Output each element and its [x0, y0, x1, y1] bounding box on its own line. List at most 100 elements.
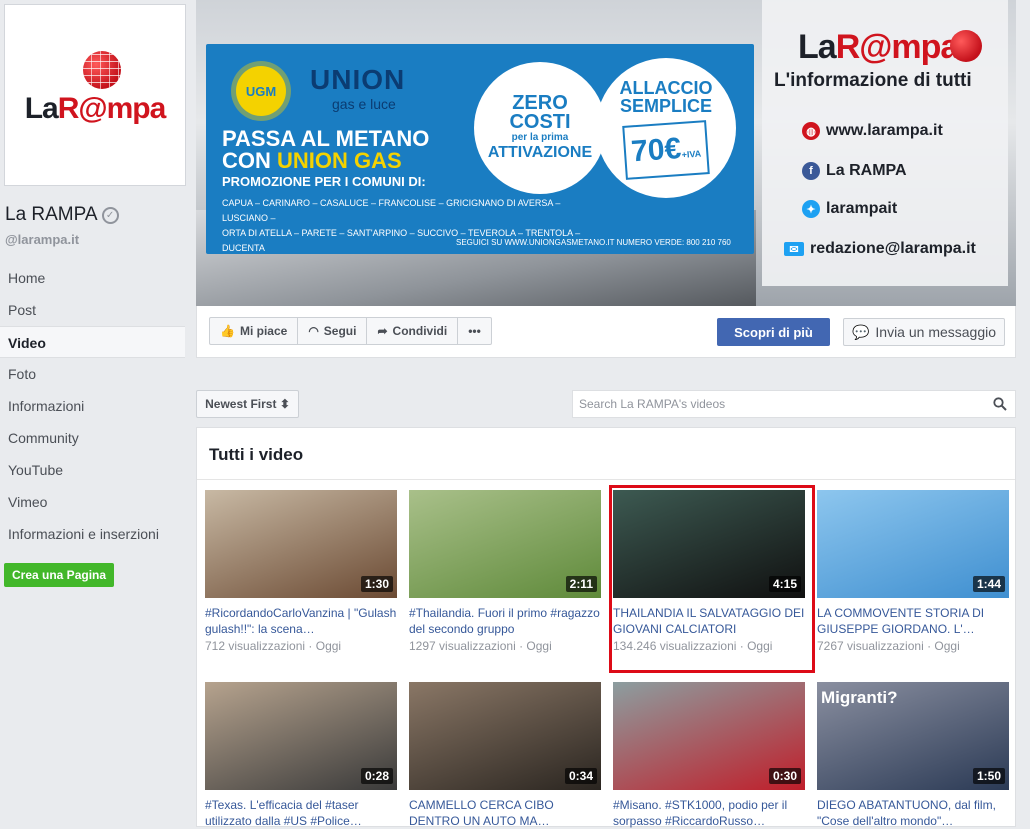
mail-icon: ✉ — [784, 242, 804, 256]
video-title[interactable]: LA COMMOVENTE STORIA DI GIUSEPPE GIORDAN… — [817, 605, 1009, 637]
video-card[interactable]: 0:30 #Misano. #STK1000, podio per il sorp… — [613, 682, 805, 829]
page-nav: Home Post Video Foto Informazioni Community Yo… — [0, 262, 185, 550]
verified-icon: ✓ — [101, 206, 119, 224]
video-thumbnail[interactable]: 0:34 — [409, 682, 601, 790]
separator: · — [515, 639, 527, 653]
allaccio-badge: ALLACCIO SEMPLICE 70€+IVA — [596, 58, 736, 198]
video-card[interactable]: 1:30 #RicordandoCarloVanzina | "Gulash gu… — [205, 490, 397, 653]
video-thumbnail[interactable]: 0:28 — [205, 682, 397, 790]
page-logo: LaR@mpa — [24, 92, 167, 125]
left-column: LaR@mpa La RAMPA ✓ @larampa.it Home Post V… — [0, 0, 196, 820]
twitter-icon: ✦ — [802, 200, 820, 218]
video-meta: 712 visualizzazioni · Oggi — [205, 639, 397, 653]
video-card[interactable]: Migranti? 1:50 DIEGO ABATANTUONO, dal film… — [817, 682, 1009, 829]
rss-icon: ◠ — [308, 324, 319, 338]
video-duration: 1:44 — [972, 576, 1005, 592]
video-thumbnail[interactable]: Migranti? 1:50 — [817, 682, 1009, 790]
discover-button[interactable]: Scopri di più — [717, 318, 830, 346]
video-card[interactable]: 2:11 #Thailandia. Fuori il primo #ragazzo… — [409, 490, 601, 653]
video-title[interactable]: #Thailandia. Fuori il primo #ragazzo del… — [409, 605, 601, 637]
card-tagline: L'informazione di tutti — [774, 70, 972, 91]
nav-item-informazioni-e-inserzioni[interactable]: Informazioni e inserzioni — [0, 518, 185, 550]
messenger-icon: 💬 — [851, 323, 870, 340]
union-gas-ad: UGM UNION gas e luce PASSA AL METANO CON… — [206, 44, 754, 254]
video-title[interactable]: #RicordandoCarloVanzina | "Gulash gulash… — [205, 605, 397, 637]
action-button-group: 👍 Mi piace ◠ Segui ➦ Condividi ••• — [209, 317, 492, 345]
cover-info-card: LaR@mpa L'informazione di tutti ◍ www.lar… — [762, 0, 1008, 286]
nav-item-youtube[interactable]: YouTube — [0, 454, 185, 486]
video-title[interactable]: #Texas. L'efficacia del #taser utilizzat… — [205, 797, 397, 829]
card-twitter: ✦ larampait — [802, 200, 897, 218]
video-duration: 1:50 — [972, 768, 1005, 784]
create-page-button[interactable]: Crea una Pagina — [4, 563, 115, 587]
video-title[interactable]: CAMMELLO CERCA CIBO DENTRO UN AUTO MA… — [409, 797, 601, 829]
search-input[interactable] — [573, 391, 983, 417]
ad-footer: SEGUICI SU WWW.UNIONGASMETANO.IT NUMERO … — [456, 238, 731, 247]
page-action-bar: 👍 Mi piace ◠ Segui ➦ Condividi ••• Scopri d… — [196, 306, 1016, 358]
cover-photo[interactable]: UGM UNION gas e luce PASSA AL METANO CON… — [196, 0, 1016, 306]
nav-item-home[interactable]: Home — [0, 262, 185, 294]
more-button[interactable]: ••• — [458, 318, 491, 344]
thumbnail-overlay-text: Migranti? — [821, 688, 898, 707]
nav-item-post[interactable]: Post — [0, 294, 185, 326]
separator: · — [305, 639, 316, 653]
nav-item-community[interactable]: Community — [0, 422, 185, 454]
video-date: Oggi — [526, 639, 552, 653]
share-button[interactable]: ➦ Condividi — [367, 318, 459, 344]
video-thumbnail[interactable]: 1:44 — [817, 490, 1009, 598]
card-email: ✉ redazione@larampa.it — [784, 240, 976, 258]
video-date: Oggi — [934, 639, 960, 653]
video-card[interactable]: 0:28 #Texas. L'efficacia del #taser utili… — [205, 682, 397, 829]
video-meta: 7267 visualizzazioni · Oggi — [817, 639, 1009, 653]
card-facebook: f La RAMPA — [802, 162, 907, 180]
zero-costi-badge: ZERO COSTI per la prima ATTIVAZIONE — [474, 62, 606, 194]
video-duration: 0:30 — [768, 768, 801, 784]
page-handle[interactable]: @larampa.it — [5, 232, 79, 247]
video-card[interactable]: 0:34 CAMMELLO CERCA CIBO DENTRO UN AUTO M… — [409, 682, 601, 829]
card-logo: LaR@mpa — [798, 28, 959, 66]
ugm-logo: UGM — [236, 66, 286, 116]
video-thumbnail[interactable]: 2:11 — [409, 490, 601, 598]
sort-dropdown[interactable]: Newest First ⬍ — [196, 390, 299, 418]
facebook-icon: f — [802, 162, 820, 180]
globe-icon: ◍ — [802, 122, 820, 140]
globe-icon — [950, 30, 982, 62]
nav-item-video[interactable]: Video — [0, 326, 185, 358]
page-name[interactable]: La RAMPA ✓ — [5, 204, 119, 226]
video-duration: 0:34 — [564, 768, 597, 784]
video-thumbnail[interactable]: 1:30 — [205, 490, 397, 598]
ad-brand-sub: gas e luce — [332, 96, 396, 112]
profile-picture[interactable]: LaR@mpa — [4, 4, 186, 186]
videos-panel: Tutti i video 1:30 #RicordandoCarloVanzin… — [196, 427, 1016, 829]
thumbs-up-icon: 👍 — [220, 324, 235, 338]
video-thumbnail[interactable]: 0:30 — [613, 682, 805, 790]
follow-button[interactable]: ◠ Segui — [298, 318, 368, 344]
ad-headline: PASSA AL METANO CON UNION GAS — [222, 126, 430, 173]
nav-item-vimeo[interactable]: Vimeo — [0, 486, 185, 518]
search-icon[interactable] — [993, 397, 1007, 411]
video-card[interactable]: 1:44 LA COMMOVENTE STORIA DI GIUSEPPE GIO… — [817, 490, 1009, 653]
like-button[interactable]: 👍 Mi piace — [210, 318, 299, 344]
separator: · — [923, 639, 935, 653]
video-title[interactable]: DIEGO ABATANTUONO, dal film, "Cose dell'… — [817, 797, 1009, 829]
ad-comuni: CAPUA – CARINARO – CASALUCE – FRANCOLISE… — [222, 198, 581, 253]
page-name-text[interactable]: La RAMPA — [5, 204, 98, 226]
nav-item-informazioni[interactable]: Informazioni — [0, 390, 185, 422]
globe-icon — [83, 51, 121, 89]
video-views: 712 visualizzazioni — [205, 639, 306, 653]
video-duration: 2:11 — [565, 576, 597, 592]
divider — [197, 479, 1015, 480]
video-search — [572, 390, 1016, 418]
videos-title: Tutti i video — [209, 445, 304, 464]
highlight-box — [609, 485, 815, 673]
price-box: 70€+IVA — [622, 120, 710, 180]
video-meta: 1297 visualizzazioni · Oggi — [409, 639, 601, 653]
ad-promo: PROMOZIONE PER I COMUNI DI: — [222, 174, 426, 189]
card-website: ◍ www.larampa.it — [802, 122, 943, 140]
video-duration: 1:30 — [360, 576, 393, 592]
video-title[interactable]: #Misano. #STK1000, podio per il sorpasso… — [613, 797, 805, 829]
send-message-button[interactable]: 💬 Invia un messaggio — [843, 318, 1005, 346]
nav-item-foto[interactable]: Foto — [0, 358, 185, 390]
video-date: Oggi — [315, 639, 342, 653]
video-duration: 0:28 — [360, 768, 393, 784]
